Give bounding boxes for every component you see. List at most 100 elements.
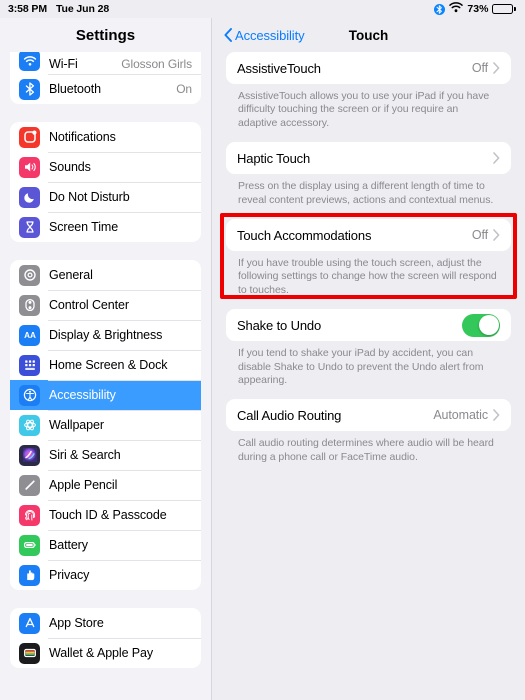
detail-scroll-area[interactable]: AssistiveTouch Off AssistiveTouch allows y… <box>212 52 525 700</box>
status-bar-time: 3:58 PM <box>8 3 47 15</box>
wallpaper-icon <box>19 414 40 436</box>
sounds-icon <box>19 156 40 178</box>
assistive-touch-row[interactable]: AssistiveTouch Off <box>237 52 500 84</box>
hourglass-icon <box>19 216 40 238</box>
shake-to-undo-toggle[interactable] <box>462 313 500 337</box>
detail-section-shake-to-undo: Shake to Undo If you tend to shake your i… <box>226 309 511 387</box>
haptic-touch-description: Press on the display using a different l… <box>238 180 494 206</box>
sidebar-item-label: Siri & Search <box>49 448 121 462</box>
app-store-icon <box>19 612 40 634</box>
sidebar-item-wallpaper[interactable]: Wallpaper <box>10 410 201 440</box>
battery-icon <box>19 534 40 556</box>
shake-to-undo-label: Shake to Undo <box>237 317 322 333</box>
sidebar-item-home-screen-dock[interactable]: Home Screen & Dock <box>10 350 201 380</box>
detail-section-touch-accommodations: Touch Accommodations Off If you have troub… <box>226 219 511 297</box>
chevron-right-icon <box>493 152 500 165</box>
sidebar-item-privacy[interactable]: Privacy <box>10 560 201 590</box>
detail-section-assistive-touch: AssistiveTouch Off AssistiveTouch allows y… <box>226 52 511 130</box>
wifi-icon <box>449 2 464 16</box>
chevron-right-icon <box>493 62 500 74</box>
fingerprint-icon <box>19 504 40 526</box>
touch-accommodations-row[interactable]: Touch Accommodations Off <box>237 219 500 251</box>
status-bar: 3:58 PM Tue Jun 28 73% <box>0 0 525 18</box>
sidebar-item-label: Accessibility <box>49 388 116 402</box>
assistive-touch-value: Off <box>471 61 488 75</box>
bluetooth-icon <box>434 3 446 15</box>
settings-sidebar: Settings Wi-Fi Glosson Girls Bluetooth On No… <box>0 18 212 700</box>
sidebar-item-value: On <box>176 82 192 96</box>
toggle-knob <box>478 315 499 336</box>
sidebar-item-control-center[interactable]: Control Center <box>10 290 201 320</box>
sidebar-item-accessibility[interactable]: Accessibility <box>10 380 201 410</box>
assistive-touch-card: AssistiveTouch Off <box>226 52 511 84</box>
sidebar-item-label: Battery <box>49 538 88 552</box>
sidebar-item-apple-pencil[interactable]: Apple Pencil <box>10 470 201 500</box>
sidebar-item-bluetooth[interactable]: Bluetooth On <box>10 74 201 104</box>
sidebar-scroll-area[interactable]: Wi-Fi Glosson Girls Bluetooth On Notificatio… <box>0 52 211 700</box>
wallet-icon <box>19 642 40 664</box>
sidebar-item-screen-time[interactable]: Screen Time <box>10 212 201 242</box>
siri-icon <box>19 444 40 466</box>
sidebar-item-siri-search[interactable]: Siri & Search <box>10 440 201 470</box>
haptic-touch-label: Haptic Touch <box>237 150 311 166</box>
hand-icon <box>19 564 40 586</box>
sidebar-item-label: Sounds <box>49 160 91 174</box>
call-audio-routing-card: Call Audio Routing Automatic <box>226 399 511 432</box>
sidebar-item-general[interactable]: General <box>10 260 201 290</box>
sidebar-item-notifications[interactable]: Notifications <box>10 122 201 152</box>
sidebar-item-label: Display & Brightness <box>49 328 163 342</box>
sidebar-item-app-store[interactable]: App Store <box>10 608 201 638</box>
sidebar-item-label: Notifications <box>49 130 116 144</box>
sidebar-group: Wi-Fi Glosson Girls Bluetooth On <box>10 52 201 104</box>
sidebar-item-label: Touch ID & Passcode <box>49 508 167 522</box>
sidebar-item-label: Wallpaper <box>49 418 104 432</box>
sidebar-group: Notifications Sounds Do Not Disturb Screen … <box>10 122 201 242</box>
sidebar-item-label: Apple Pencil <box>49 478 118 492</box>
sidebar-item-sounds[interactable]: Sounds <box>10 152 201 182</box>
sidebar-item-touch-id-passcode[interactable]: Touch ID & Passcode <box>10 500 201 530</box>
sidebar-item-label: App Store <box>49 616 104 630</box>
sidebar-group: General Control Center AA Display & Brightn… <box>10 260 201 590</box>
bluetooth-icon <box>19 78 40 100</box>
call-audio-routing-row[interactable]: Call Audio Routing Automatic <box>237 399 500 431</box>
sidebar-item-do-not-disturb[interactable]: Do Not Disturb <box>10 182 201 212</box>
sidebar-item-label: Do Not Disturb <box>49 190 130 204</box>
home-screen-icon <box>19 354 40 376</box>
sidebar-item-wi-fi[interactable]: Wi-Fi Glosson Girls <box>10 52 201 74</box>
shake-to-undo-row[interactable]: Shake to Undo <box>237 309 500 341</box>
moon-icon <box>19 186 40 208</box>
shake-to-undo-card: Shake to Undo <box>226 309 511 342</box>
sidebar-item-battery[interactable]: Battery <box>10 530 201 560</box>
chevron-right-icon <box>493 229 500 241</box>
touch-detail-panel: Accessibility Touch AssistiveTouch Off Ass… <box>212 18 525 700</box>
sidebar-item-label: Wi-Fi <box>49 57 78 71</box>
touch-accommodations-card: Touch Accommodations Off <box>226 219 511 252</box>
accessibility-icon <box>19 384 40 406</box>
wifi-icon <box>19 52 40 71</box>
sidebar-item-label: Privacy <box>49 568 90 582</box>
split-view: Settings Wi-Fi Glosson Girls Bluetooth On No… <box>0 18 525 700</box>
text-size-icon: AA <box>19 324 40 346</box>
sidebar-item-label: General <box>49 268 93 282</box>
battery-icon <box>492 4 516 14</box>
status-bar-indicators: 73% <box>434 2 516 16</box>
sidebar-item-wallet-apple-pay[interactable]: Wallet & Apple Pay <box>10 638 201 668</box>
haptic-touch-card: Haptic Touch <box>226 142 511 175</box>
touch-accommodations-value: Off <box>471 228 488 243</box>
back-button-accessibility[interactable]: Accessibility <box>224 28 305 43</box>
sidebar-title: Settings <box>75 26 136 44</box>
sidebar-item-label: Wallet & Apple Pay <box>49 646 154 660</box>
call-audio-routing-description: Call audio routing determines where audi… <box>238 437 494 463</box>
sidebar-item-value: Glosson Girls <box>121 57 192 71</box>
assistive-touch-description: AssistiveTouch allows you to use your iP… <box>238 90 490 129</box>
haptic-touch-row[interactable]: Haptic Touch <box>237 142 500 174</box>
pencil-icon <box>19 474 40 496</box>
touch-accommodations-description: If you have trouble using the touch scre… <box>238 257 497 296</box>
sliders-icon <box>19 294 40 316</box>
chevron-right-icon <box>493 409 500 422</box>
assistive-touch-label: AssistiveTouch <box>237 60 321 76</box>
gear-icon <box>19 264 40 286</box>
sidebar-item-display-brightness[interactable]: AA Display & Brightness <box>10 320 201 350</box>
sidebar-item-label: Screen Time <box>49 220 119 234</box>
shake-to-undo-description: If you tend to shake your iPad by accide… <box>238 347 484 387</box>
